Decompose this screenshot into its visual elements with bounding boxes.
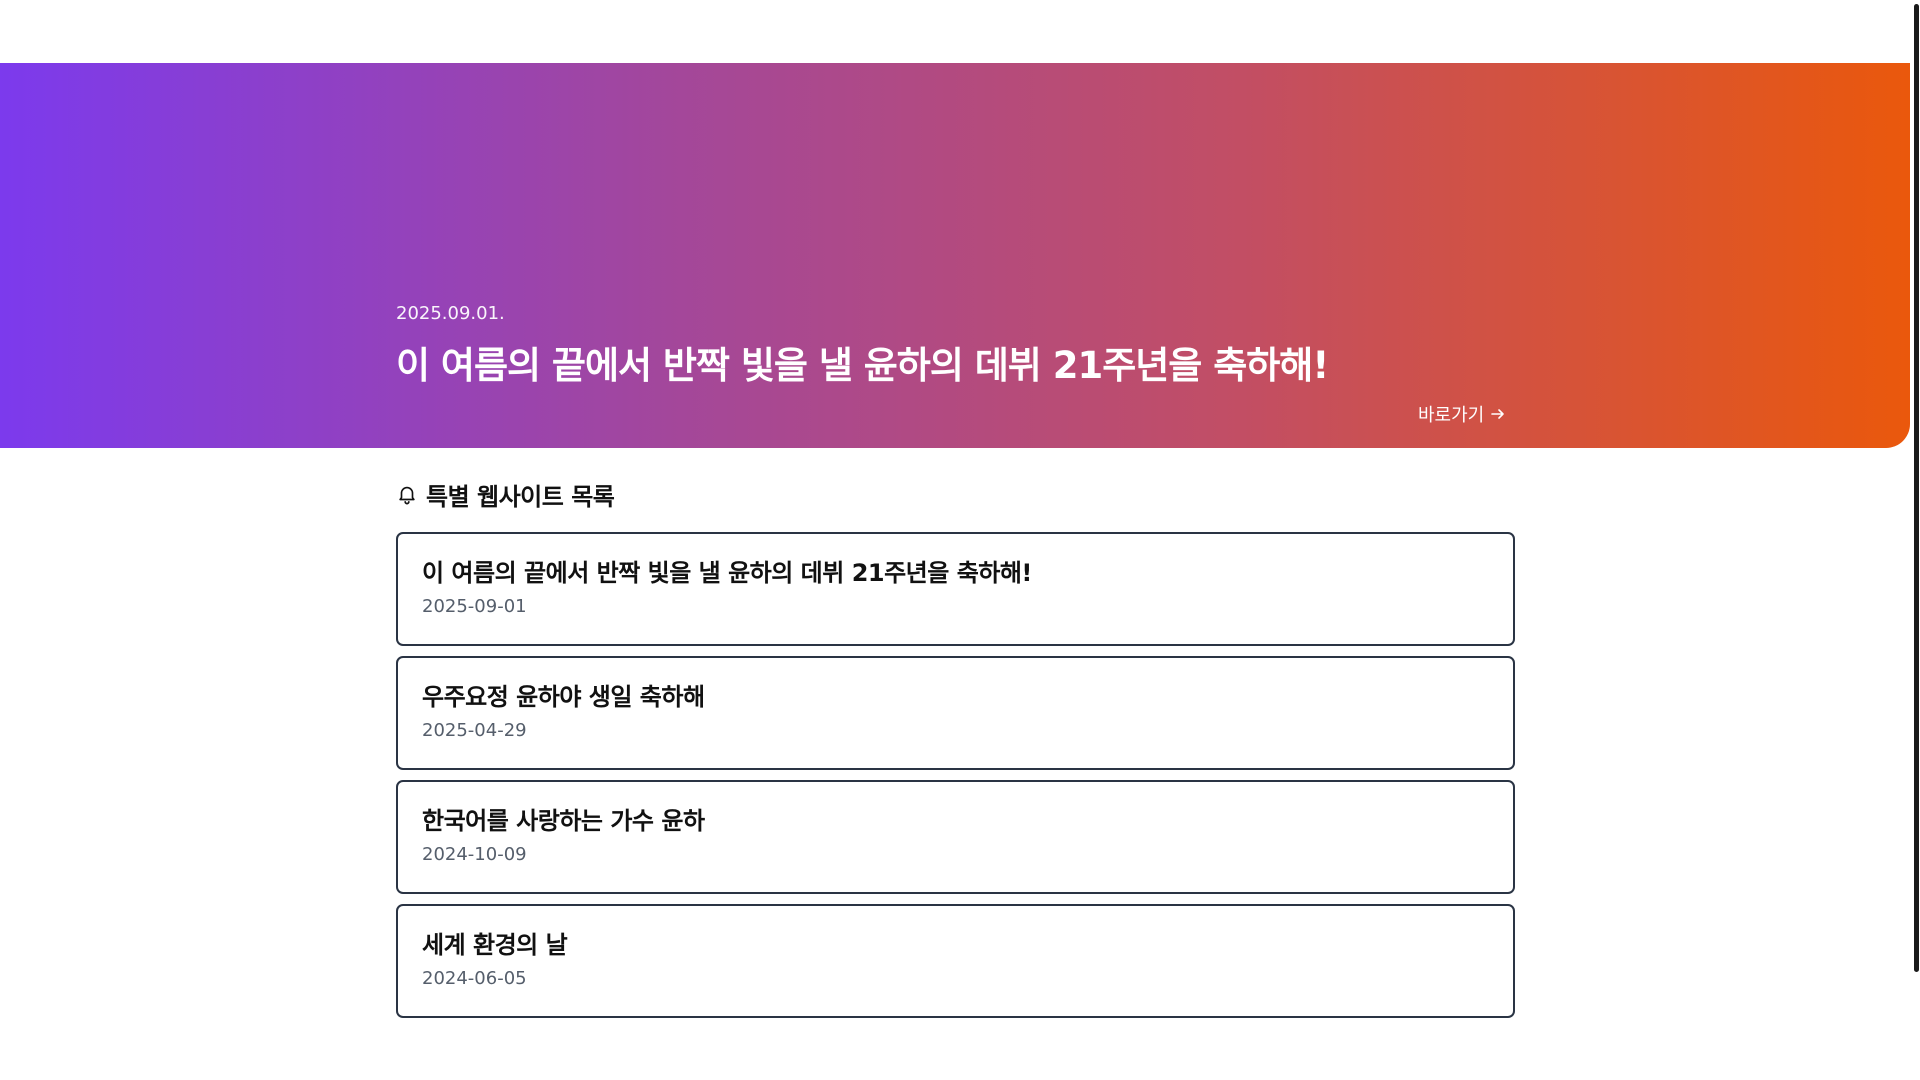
list-item[interactable]: 이 여름의 끝에서 반짝 빛을 낼 윤하의 데뷔 21주년을 축하해! 2025…	[396, 532, 1515, 646]
hero-go-link[interactable]: 바로가기	[1418, 401, 1506, 427]
arrow-right-icon	[1491, 409, 1505, 419]
list-item[interactable]: 세계 환경의 날 2024-06-05	[396, 904, 1515, 1018]
page: 2025.09.01. 이 여름의 끝에서 반짝 빛을 낼 윤하의 데뷔 21주…	[0, 0, 1920, 1080]
website-list: 이 여름의 끝에서 반짝 빛을 낼 윤하의 데뷔 21주년을 축하해! 2025…	[396, 532, 1515, 1018]
list-item-date: 2025-04-29	[422, 720, 527, 741]
page-scrollbar[interactable]	[1912, 0, 1920, 1080]
list-item[interactable]: 한국어를 사랑하는 가수 윤하 2024-10-09	[396, 780, 1515, 894]
list-item-date: 2024-10-09	[422, 844, 527, 865]
hero-title: 이 여름의 끝에서 반짝 빛을 낼 윤하의 데뷔 21주년을 축하해!	[396, 344, 1329, 387]
hero-date: 2025.09.01.	[396, 303, 505, 324]
list-item-title: 우주요정 윤하야 생일 축하해	[422, 683, 705, 711]
list-item-date: 2025-09-01	[422, 596, 527, 617]
list-item-date: 2024-06-05	[422, 968, 527, 989]
scrollbar-thumb[interactable]	[1914, 4, 1919, 972]
list-item[interactable]: 우주요정 윤하야 생일 축하해 2025-04-29	[396, 656, 1515, 770]
section-title: 특별 웹사이트 목록	[426, 482, 615, 511]
hero-go-link-label: 바로가기	[1418, 405, 1485, 426]
list-item-title: 세계 환경의 날	[422, 931, 568, 959]
section-header: 특별 웹사이트 목록	[396, 476, 1515, 512]
hero-banner[interactable]: 2025.09.01. 이 여름의 끝에서 반짝 빛을 낼 윤하의 데뷔 21주…	[0, 63, 1910, 448]
list-item-title: 한국어를 사랑하는 가수 윤하	[422, 807, 705, 835]
list-item-title: 이 여름의 끝에서 반짝 빛을 낼 윤하의 데뷔 21주년을 축하해!	[422, 559, 1032, 587]
bell-icon	[399, 486, 415, 505]
special-website-section: 특별 웹사이트 목록 이 여름의 끝에서 반짝 빛을 낼 윤하의 데뷔 21주년…	[396, 476, 1515, 1018]
